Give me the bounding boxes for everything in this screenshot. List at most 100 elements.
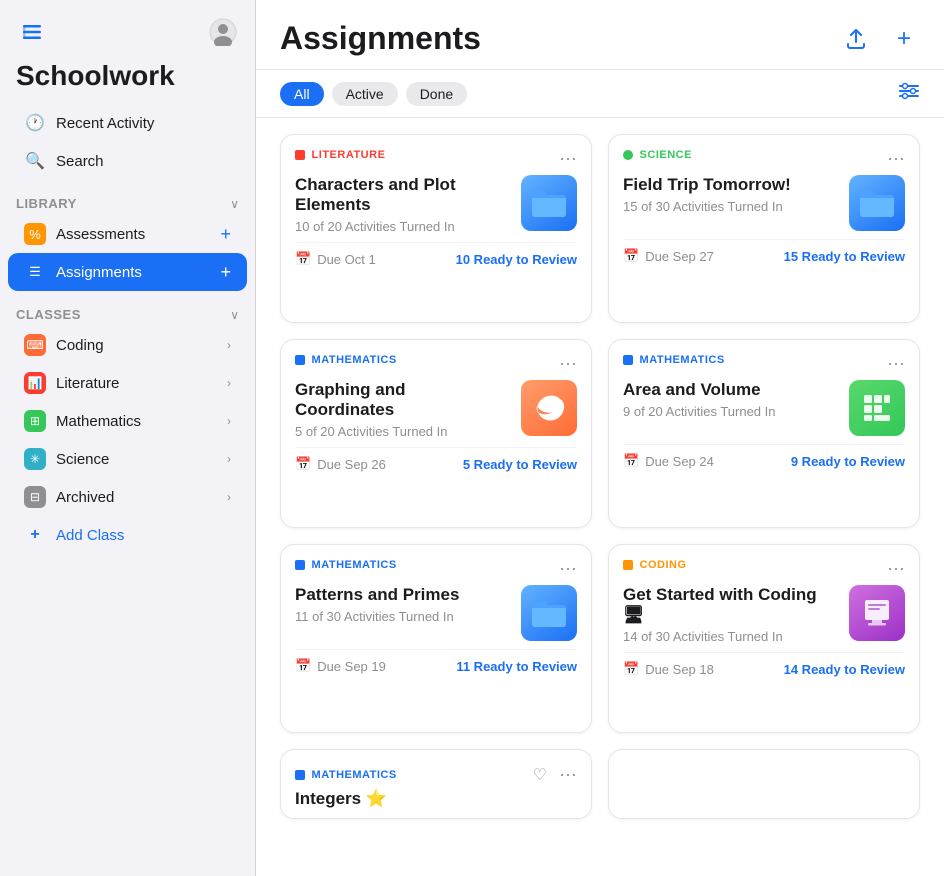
assignment-card-partial-right[interactable] (608, 749, 920, 819)
card-subtitle: 15 of 30 Activities Turned In (623, 199, 837, 214)
filter-done[interactable]: Done (406, 82, 467, 106)
calendar-icon: 📅 (623, 661, 639, 677)
calendar-icon: 📅 (295, 456, 311, 472)
assessments-icon: % (24, 223, 46, 245)
sidebar-item-literature[interactable]: 📊 Literature › (8, 364, 247, 402)
assignments-add-icon[interactable]: + (220, 262, 231, 283)
card-app-icon (521, 585, 577, 641)
sidebar-label-literature: Literature (56, 375, 217, 392)
card-more-icon[interactable]: ··· (887, 149, 905, 167)
sidebar: Schoolwork 🕐 Recent Activity 🔍 Search Li… (0, 0, 256, 876)
filter-all[interactable]: All (280, 82, 324, 106)
sidebar-item-search[interactable]: 🔍 Search (8, 142, 247, 180)
assignment-card-characters-plot[interactable]: LITERATURE ··· Characters and Plot Eleme… (280, 134, 592, 323)
sidebar-item-archived[interactable]: ⊟ Archived › (8, 478, 247, 516)
card-app-icon (521, 175, 577, 231)
card-app-icon (849, 380, 905, 436)
card-class-label: LITERATURE (295, 149, 385, 161)
card-more-icon[interactable]: ··· (559, 354, 577, 372)
card-more-icon[interactable]: ··· (559, 149, 577, 167)
card-title: Patterns and Primes (295, 585, 509, 605)
card-title: Get Started with Coding 🖥 (623, 585, 837, 625)
page-title: Assignments (280, 20, 481, 69)
app-title: Schoolwork (0, 56, 255, 104)
sidebar-label-search: Search (56, 153, 231, 170)
library-chevron-icon[interactable]: ∨ (230, 197, 239, 211)
add-class-icon: + (24, 524, 46, 546)
sidebar-item-science[interactable]: ✳ Science › (8, 440, 247, 478)
card-subtitle: 9 of 20 Activities Turned In (623, 404, 837, 419)
mathematics-chevron-icon: › (227, 414, 231, 428)
card-ready-count: 9 Ready to Review (791, 454, 905, 469)
card-subtitle: 14 of 30 Activities Turned In (623, 629, 837, 644)
sidebar-item-assignments[interactable]: ☰ Assignments + (8, 253, 247, 291)
classes-chevron-icon[interactable]: ∨ (230, 308, 239, 322)
archived-chevron-icon: › (227, 490, 231, 504)
upload-button[interactable] (840, 23, 872, 55)
heart-icon[interactable]: ♡ (533, 765, 547, 785)
card-title: Area and Volume (623, 380, 837, 400)
assessments-add-icon[interactable]: + (220, 224, 231, 245)
profile-icon[interactable] (207, 16, 239, 48)
filter-active[interactable]: Active (332, 82, 398, 106)
science-chevron-icon: › (227, 452, 231, 466)
card-footer: 📅 Due Sep 18 14 Ready to Review (623, 652, 905, 677)
filter-options-icon[interactable] (898, 80, 920, 107)
sidebar-item-recent-activity[interactable]: 🕐 Recent Activity (8, 104, 247, 142)
card-footer: 📅 Due Sep 19 11 Ready to Review (295, 649, 577, 674)
assignment-card-graphing[interactable]: MATHEMATICS ··· Graphing and Coordinates… (280, 339, 592, 528)
sidebar-label-recent-activity: Recent Activity (56, 115, 231, 132)
card-more-icon[interactable]: ··· (887, 559, 905, 577)
main-content: Assignments + All Active Done (256, 0, 944, 876)
assignment-card-area-volume[interactable]: MATHEMATICS ··· Area and Volume 9 of 20 … (608, 339, 920, 528)
sidebar-item-assessments[interactable]: % Assessments + (8, 215, 247, 253)
add-assignment-button[interactable]: + (888, 23, 920, 55)
card-class-label: MATHEMATICS (295, 559, 397, 571)
card-app-icon (521, 380, 577, 436)
card-title: Field Trip Tomorrow! (623, 175, 837, 195)
search-icon: 🔍 (24, 150, 46, 172)
calendar-icon: 📅 (295, 251, 311, 267)
sidebar-top-bar (0, 16, 255, 56)
filter-bar: All Active Done (256, 70, 944, 118)
assignment-card-coding[interactable]: CODING ··· Get Started with Coding 🖥 14 … (608, 544, 920, 733)
partial-card-header: MATHEMATICS ♡ ··· (295, 764, 577, 785)
card-info: Patterns and Primes 11 of 30 Activities … (295, 585, 509, 624)
assignment-card-patterns-primes[interactable]: MATHEMATICS ··· Patterns and Primes 11 o… (280, 544, 592, 733)
partial-more-icon[interactable]: ··· (559, 764, 577, 785)
card-due-date: 📅 Due Sep 19 (295, 658, 386, 674)
card-body: Area and Volume 9 of 20 Activities Turne… (623, 380, 905, 436)
card-body: Characters and Plot Elements 10 of 20 Ac… (295, 175, 577, 234)
card-header: MATHEMATICS ··· (295, 559, 577, 577)
assignments-icon: ☰ (24, 261, 46, 283)
classes-section-header: Classes ∨ (0, 291, 255, 326)
card-due-date: 📅 Due Sep 26 (295, 456, 386, 472)
card-ready-count: 5 Ready to Review (463, 457, 577, 472)
assignment-card-integers[interactable]: MATHEMATICS ♡ ··· Integers ⭐ (280, 749, 592, 819)
partial-class-label: MATHEMATICS (295, 769, 397, 781)
sidebar-toggle-icon[interactable] (16, 16, 48, 48)
card-header: LITERATURE ··· (295, 149, 577, 167)
sidebar-item-mathematics[interactable]: ⊞ Mathematics › (8, 402, 247, 440)
main-header: Assignments + (256, 0, 944, 70)
sidebar-label-coding: Coding (56, 337, 217, 354)
card-title: Characters and Plot Elements (295, 175, 509, 215)
add-class-button[interactable]: + Add Class (8, 516, 247, 554)
partial-title: Integers ⭐ (295, 789, 577, 809)
card-class-label: SCIENCE (623, 149, 692, 161)
classes-label: Classes (16, 307, 81, 322)
card-ready-count: 11 Ready to Review (456, 659, 577, 674)
card-more-icon[interactable]: ··· (559, 559, 577, 577)
assignment-card-field-trip[interactable]: SCIENCE ··· Field Trip Tomorrow! 15 of 3… (608, 134, 920, 323)
sidebar-item-coding[interactable]: ⌨ Coding › (8, 326, 247, 364)
card-body: Graphing and Coordinates 5 of 20 Activit… (295, 380, 577, 439)
card-info: Characters and Plot Elements 10 of 20 Ac… (295, 175, 509, 234)
card-info: Graphing and Coordinates 5 of 20 Activit… (295, 380, 509, 439)
card-app-icon (849, 585, 905, 641)
card-class-label: MATHEMATICS (623, 354, 725, 366)
card-footer: 📅 Due Oct 1 10 Ready to Review (295, 242, 577, 267)
card-more-icon[interactable]: ··· (887, 354, 905, 372)
mathematics-class-icon: ⊞ (24, 410, 46, 432)
card-info: Area and Volume 9 of 20 Activities Turne… (623, 380, 837, 419)
archived-class-icon: ⊟ (24, 486, 46, 508)
